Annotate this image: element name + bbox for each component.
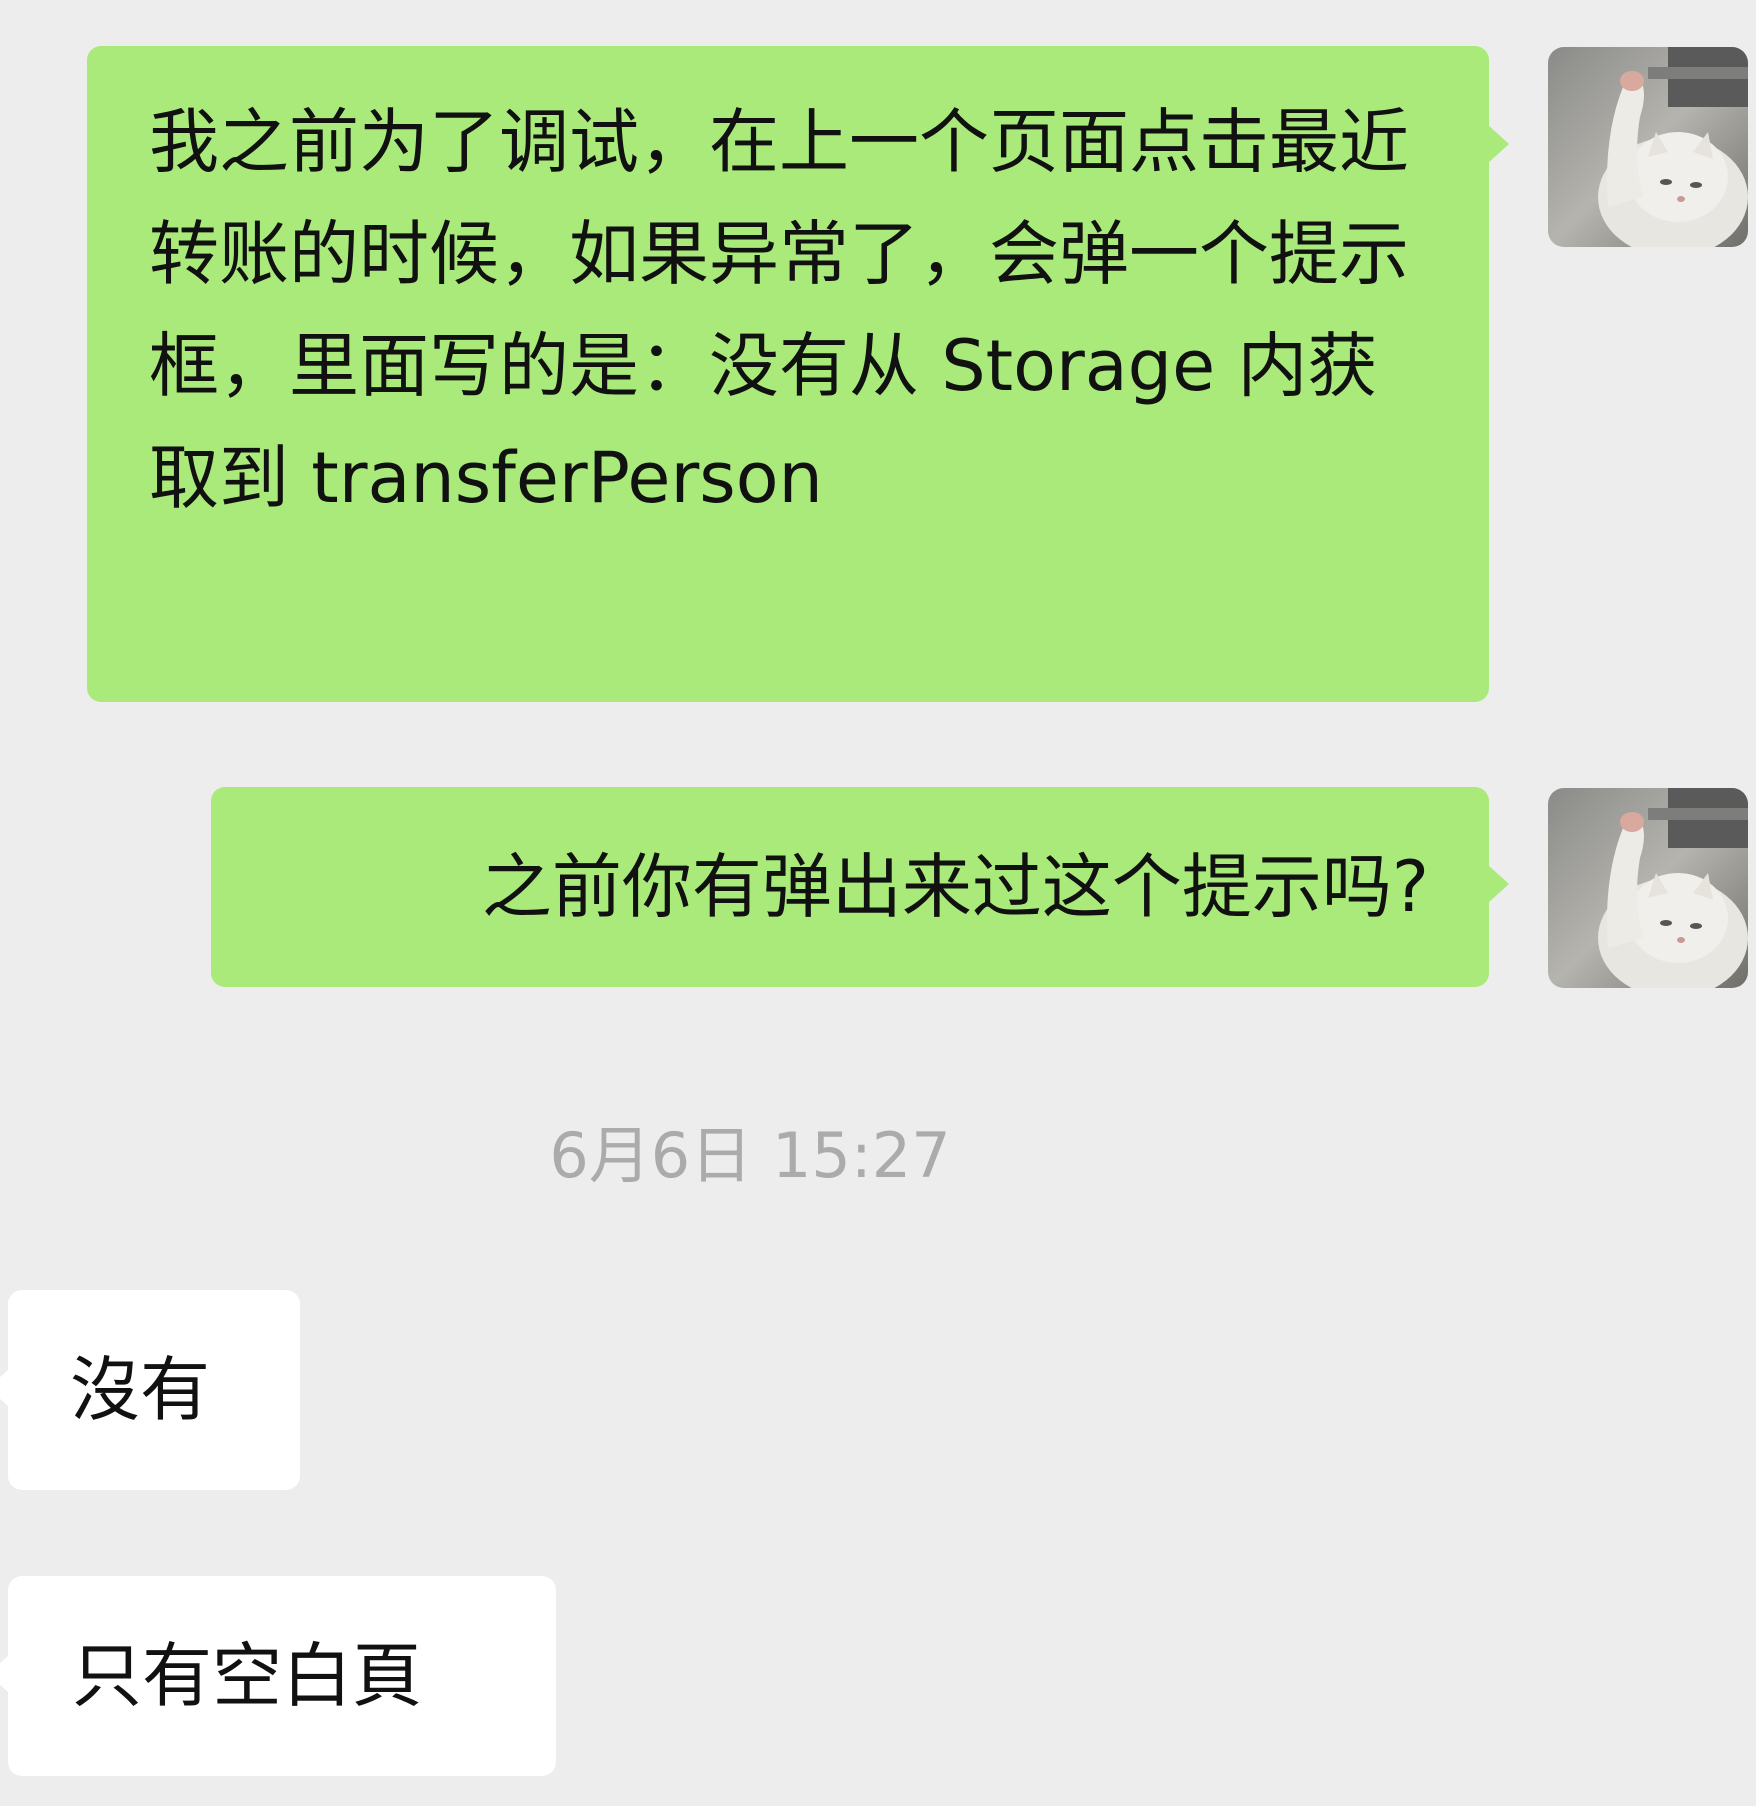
received-message-bubble[interactable]: 只有空白頁 (8, 1576, 556, 1776)
message-text: 沒有 (70, 1349, 210, 1431)
message-timestamp: 6月6日 15:27 (549, 1119, 951, 1192)
bubble-tail (1489, 126, 1509, 162)
bubble-tail (0, 1370, 8, 1406)
bubble-tail (1489, 866, 1509, 902)
received-message-bubble[interactable]: 沒有 (8, 1290, 300, 1490)
user-avatar[interactable] (1548, 788, 1748, 988)
message-text: 只有空白頁 (72, 1635, 422, 1717)
message-text: 我之前为了调试，在上一个页面点击最近转账的时候，如果异常了，会弹一个提示框，里面… (149, 101, 1409, 519)
bubble-tail (0, 1656, 8, 1692)
cat-photo-icon (1548, 788, 1748, 988)
sent-message-bubble[interactable]: 之前你有弹出来过这个提示吗? (211, 787, 1489, 987)
sent-message-bubble[interactable]: 我之前为了调试，在上一个页面点击最近转账的时候，如果异常了，会弹一个提示框，里面… (87, 46, 1489, 702)
user-avatar[interactable] (1548, 47, 1748, 247)
cat-photo-icon (1548, 47, 1748, 247)
message-text: 之前你有弹出来过这个提示吗? (481, 846, 1429, 928)
